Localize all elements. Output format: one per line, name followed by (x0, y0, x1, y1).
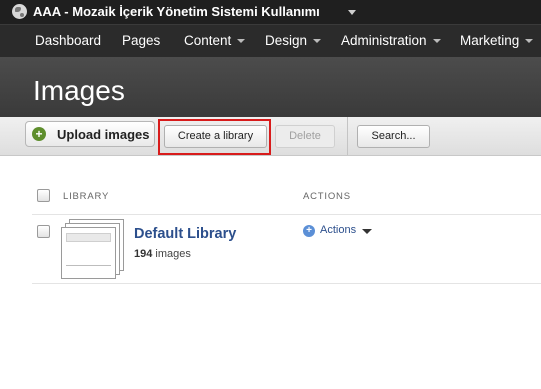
upload-images-button[interactable]: + Upload images (25, 121, 155, 147)
library-thumbnail[interactable] (61, 219, 125, 279)
nav-item-dashboard[interactable]: Dashboard (35, 33, 101, 48)
column-header-library: LIBRARY (63, 191, 110, 202)
thumbnail-bar (66, 233, 111, 242)
table-divider (32, 214, 541, 215)
chevron-down-icon[interactable] (348, 10, 356, 15)
library-name-link[interactable]: Default Library (134, 226, 236, 242)
main-nav: Dashboard Pages Content Design Administr… (0, 24, 541, 57)
create-library-button[interactable]: Create a library (164, 125, 267, 148)
nav-item-administration[interactable]: Administration (341, 33, 441, 48)
page-title: Images (33, 75, 125, 106)
thumbnail-line (66, 265, 111, 266)
nav-item-content[interactable]: Content (184, 33, 246, 48)
chevron-down-icon (432, 39, 441, 44)
nav-item-design[interactable]: Design (265, 33, 322, 48)
toolbar-divider (347, 117, 348, 155)
delete-button[interactable]: Delete (275, 125, 335, 148)
thumbnail-page (61, 227, 116, 279)
site-title[interactable]: AAA - Mozaik İçerik Yönetim Sistemi Kull… (33, 4, 320, 19)
column-header-actions: ACTIONS (303, 191, 351, 202)
search-button[interactable]: Search... (357, 125, 430, 148)
page-header: Images (0, 57, 541, 117)
chevron-down-icon (362, 229, 372, 234)
plus-icon: + (32, 127, 46, 141)
actions-label: Actions (320, 224, 357, 236)
site-top-bar: AAA - Mozaik İçerik Yönetim Sistemi Kull… (0, 0, 541, 24)
table-divider (32, 283, 541, 284)
chevron-down-icon (313, 39, 322, 44)
library-image-count: 194 images (134, 248, 191, 260)
row-checkbox[interactable] (37, 225, 50, 238)
chevron-down-icon (525, 39, 534, 44)
nav-item-marketing[interactable]: Marketing (460, 33, 534, 48)
chevron-down-icon (237, 39, 246, 44)
globe-icon (12, 4, 27, 19)
plus-circle-icon: + (303, 225, 315, 237)
upload-images-label: Upload images (57, 127, 150, 142)
nav-item-pages[interactable]: Pages (122, 33, 160, 48)
select-all-checkbox[interactable] (37, 189, 50, 202)
